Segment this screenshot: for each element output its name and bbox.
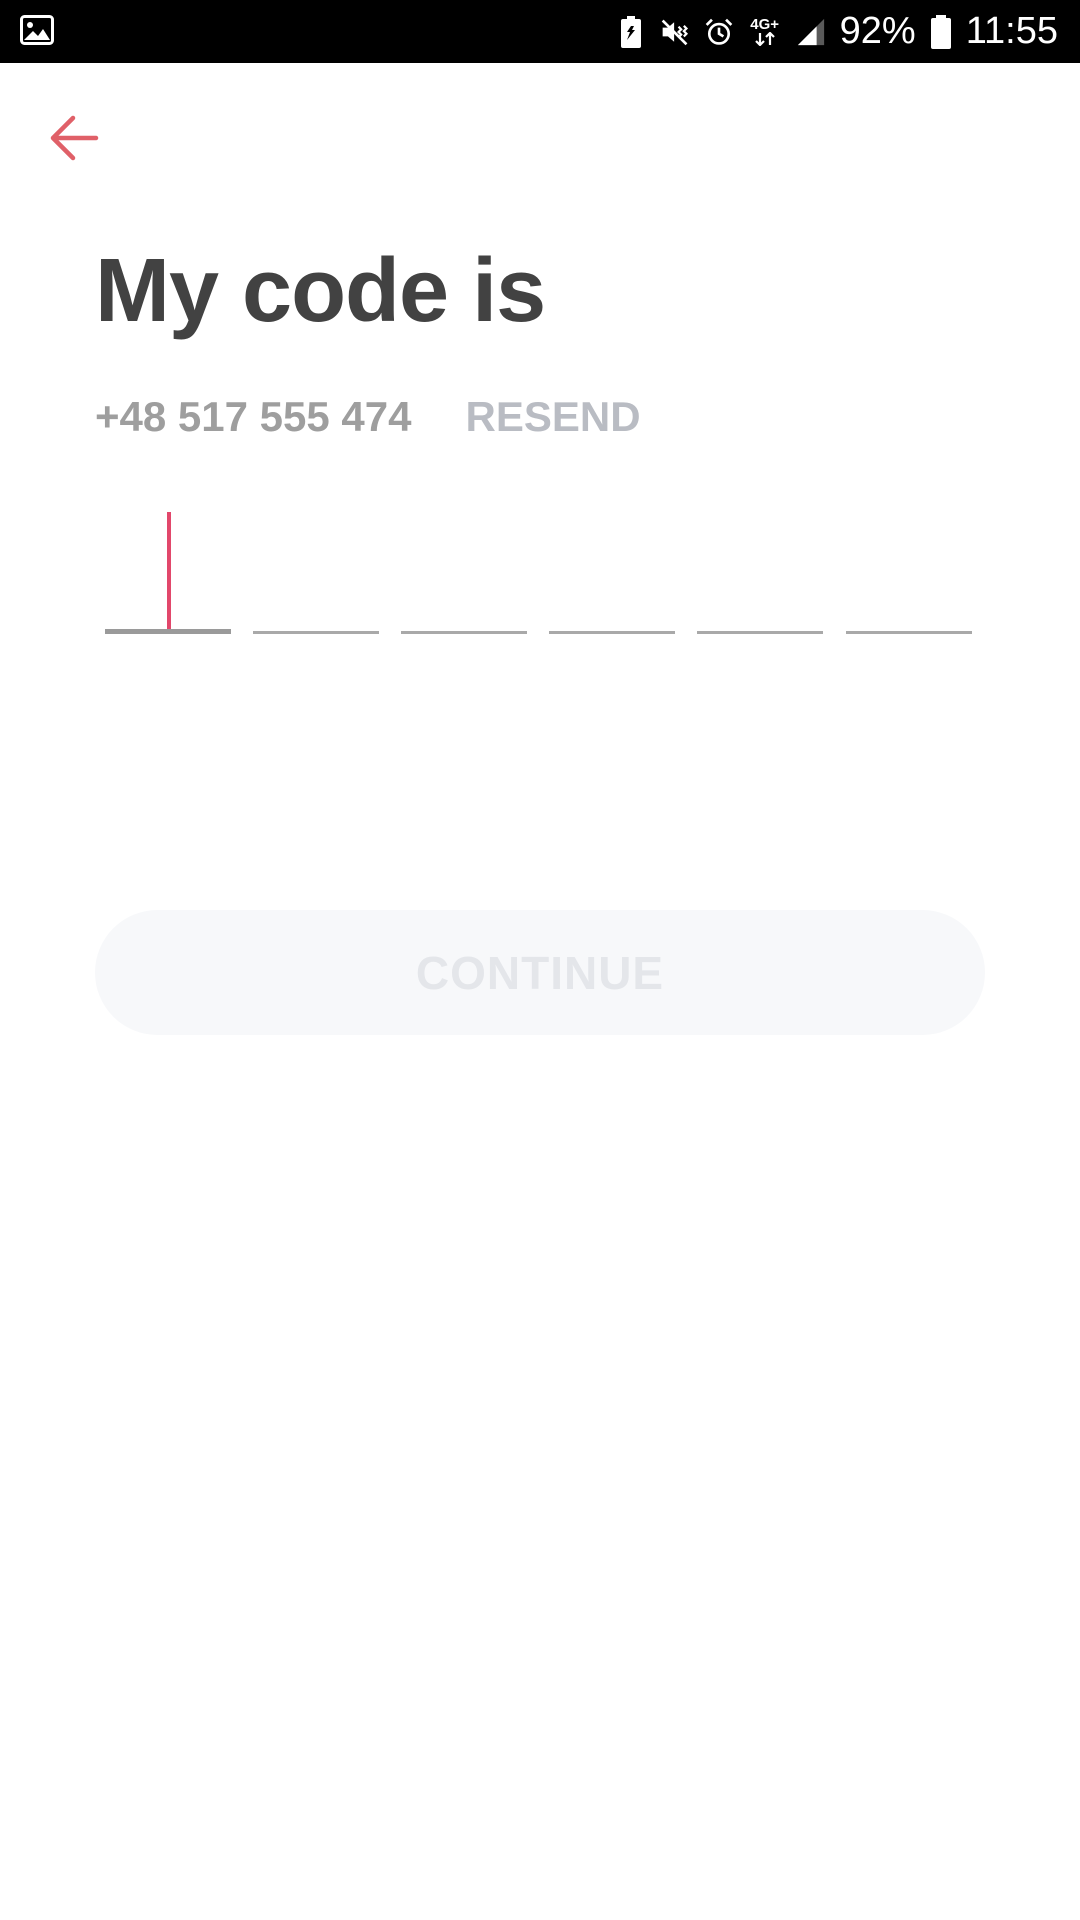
code-digit-3[interactable]: [401, 505, 527, 640]
phone-number: +48 517 555 474: [95, 393, 412, 440]
clock: 11:55: [965, 10, 1058, 52]
code-digit-4[interactable]: [549, 505, 675, 640]
code-digit-2[interactable]: [253, 505, 379, 640]
image-icon: [20, 14, 54, 48]
signal-icon: [796, 15, 826, 49]
battery-saver-icon: [616, 15, 646, 49]
code-digit-underline: [253, 631, 379, 634]
code-digit-underline: [105, 629, 231, 634]
arrow-left-icon: [50, 115, 99, 161]
code-digit-6[interactable]: [846, 505, 972, 640]
back-button[interactable]: [44, 108, 104, 168]
page-title: My code is: [95, 241, 546, 341]
status-icons: 4G+ 92% 11:55: [616, 0, 1058, 63]
network-type-label: 4G+: [750, 16, 780, 33]
resend-button[interactable]: RESEND: [465, 393, 640, 441]
battery-icon: [930, 14, 952, 49]
code-digit-5[interactable]: [697, 505, 823, 640]
code-digit-underline: [401, 631, 527, 634]
alarm-icon: [704, 15, 734, 49]
code-digit-underline: [697, 631, 823, 634]
phone-row: +48 517 555 474 RESEND: [95, 390, 641, 444]
verification-code-input: [105, 505, 975, 640]
battery-percent: 92%: [839, 10, 916, 52]
mute-vibrate-icon: [660, 15, 690, 49]
status-bar: 4G+ 92% 11:55: [0, 0, 1080, 63]
continue-label: CONTINUE: [415, 946, 665, 999]
code-digit-underline: [846, 631, 972, 634]
continue-button[interactable]: CONTINUE: [95, 910, 985, 1035]
code-digit-1[interactable]: [105, 505, 231, 640]
network-4g-icon: 4G+: [748, 15, 782, 49]
code-digit-underline: [549, 631, 675, 634]
text-caret: [167, 512, 171, 632]
